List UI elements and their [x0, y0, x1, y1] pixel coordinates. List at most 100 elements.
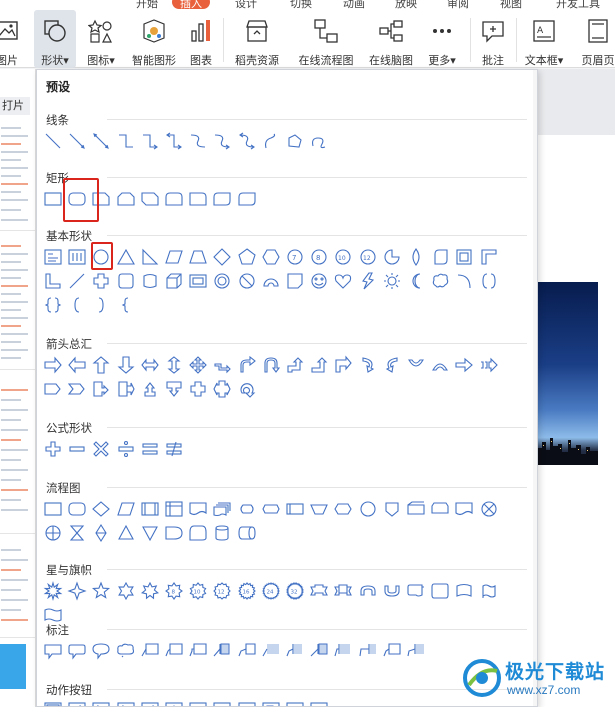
smart-art-button[interactable]: 智能图形	[126, 10, 182, 68]
shape-arrow-3[interactable]	[91, 355, 111, 375]
shape-formula-4[interactable]	[116, 439, 136, 459]
shape-basic-24[interactable]	[140, 271, 160, 291]
shape-rect-7[interactable]	[188, 189, 208, 209]
shape-action-4[interactable]	[116, 701, 136, 706]
shape-arrow-1[interactable]	[43, 355, 63, 375]
shape-flow-19[interactable]	[479, 499, 499, 519]
shape-basic-39[interactable]	[43, 295, 63, 315]
shape-arrow-14[interactable]	[358, 355, 378, 375]
shape-basic-9[interactable]	[237, 247, 257, 267]
shape-formula-6[interactable]	[164, 439, 184, 459]
shape-flow-6[interactable]	[164, 499, 184, 519]
shape-basic-4[interactable]	[116, 247, 136, 267]
shape-star-9[interactable]: 16	[237, 581, 257, 601]
shape-basic-10[interactable]	[261, 247, 281, 267]
shape-basic-13[interactable]: 10	[333, 247, 353, 267]
shape-flow-14[interactable]	[358, 499, 378, 519]
shape-basic-20[interactable]	[43, 271, 63, 291]
shape-action-12[interactable]	[309, 701, 329, 706]
shape-star-11[interactable]: 32	[285, 581, 305, 601]
shape-flow-2[interactable]	[67, 499, 87, 519]
shape-arrow-20[interactable]	[43, 379, 63, 399]
shape-basic-22[interactable]	[91, 271, 111, 291]
shape-basic-34[interactable]	[382, 271, 402, 291]
shape-basic-1[interactable]	[43, 247, 63, 267]
shape-line-8[interactable]	[212, 131, 232, 151]
shape-action-7[interactable]	[188, 701, 208, 706]
shape-callout-4[interactable]	[116, 641, 136, 661]
shape-action-6[interactable]	[164, 701, 184, 706]
shape-flow-21[interactable]	[67, 523, 87, 543]
shape-flow-18[interactable]	[454, 499, 474, 519]
shape-flow-28[interactable]	[237, 523, 257, 543]
shape-basic-8[interactable]	[212, 247, 232, 267]
icons-button[interactable]: 图标▾	[80, 10, 122, 68]
shape-arrow-16[interactable]	[406, 355, 426, 375]
shape-basic-15[interactable]	[382, 247, 402, 267]
online-mindmap-button[interactable]: 在线脑图	[364, 10, 418, 68]
shape-arrow-5[interactable]	[140, 355, 160, 375]
shape-star-4[interactable]	[116, 581, 136, 601]
shape-line-6[interactable]	[164, 131, 184, 151]
shape-basic-30[interactable]	[285, 271, 305, 291]
shape-basic-42[interactable]	[116, 295, 136, 315]
shape-rect-4[interactable]	[116, 189, 136, 209]
shape-line-9[interactable]	[237, 131, 257, 151]
tab-design[interactable]: 设计	[235, 0, 257, 10]
shape-star-2[interactable]	[67, 581, 87, 601]
shape-arrow-10[interactable]	[261, 355, 281, 375]
shape-callout-11[interactable]	[285, 641, 305, 661]
tab-animation[interactable]: 动画	[343, 0, 365, 10]
shape-basic-19[interactable]	[479, 247, 499, 267]
tab-view[interactable]: 视图	[500, 0, 522, 10]
shape-action-1[interactable]	[43, 701, 63, 706]
shape-action-9[interactable]	[237, 701, 257, 706]
shape-basic-35[interactable]	[406, 271, 426, 291]
shape-basic-18[interactable]	[454, 247, 474, 267]
shape-star-5[interactable]	[140, 581, 160, 601]
shape-flow-4[interactable]	[116, 499, 136, 519]
tab-slideshow[interactable]: 放映	[395, 0, 417, 10]
shape-flow-8[interactable]	[212, 499, 232, 519]
shape-flow-10[interactable]	[261, 499, 281, 519]
shape-callout-16[interactable]	[406, 641, 426, 661]
shape-star-3[interactable]	[91, 581, 111, 601]
shape-star-19[interactable]	[479, 581, 499, 601]
shape-rect-5[interactable]	[140, 189, 160, 209]
shape-star-6[interactable]: 8	[164, 581, 184, 601]
shape-line-11[interactable]	[285, 131, 305, 151]
shape-basic-11[interactable]: 7	[285, 247, 305, 267]
shape-flow-9[interactable]	[237, 499, 257, 519]
shape-star-7[interactable]: 10	[188, 581, 208, 601]
shape-line-7[interactable]	[188, 131, 208, 151]
shape-line-3[interactable]	[91, 131, 111, 151]
shape-basic-16[interactable]	[406, 247, 426, 267]
shape-arrow-2[interactable]	[67, 355, 87, 375]
shape-rect-9[interactable]	[237, 189, 257, 209]
shape-flow-12[interactable]	[309, 499, 329, 519]
shape-callout-2[interactable]	[67, 641, 87, 661]
shape-flow-16[interactable]	[406, 499, 426, 519]
shape-arrow-26[interactable]	[188, 379, 208, 399]
shape-flow-24[interactable]	[140, 523, 160, 543]
comment-button[interactable]: 批注	[476, 10, 510, 68]
textbox-button[interactable]: A 文本框▾	[520, 10, 568, 68]
shape-arrow-23[interactable]	[116, 379, 136, 399]
shape-action-3[interactable]	[91, 701, 111, 706]
shape-flow-25[interactable]	[164, 523, 184, 543]
shape-basic-23[interactable]	[116, 271, 136, 291]
shape-flow-22[interactable]	[91, 523, 111, 543]
shape-rect-6[interactable]	[164, 189, 184, 209]
shape-arrow-7[interactable]	[188, 355, 208, 375]
shape-basic-41[interactable]	[91, 295, 111, 315]
shape-action-5[interactable]	[140, 701, 160, 706]
shape-flow-17[interactable]	[430, 499, 450, 519]
shape-basic-26[interactable]	[188, 271, 208, 291]
shape-formula-5[interactable]	[140, 439, 160, 459]
shape-star-12[interactable]	[309, 581, 329, 601]
dropdown-scrollbar[interactable]	[533, 70, 537, 706]
shape-callout-10[interactable]	[261, 641, 281, 661]
shape-basic-31[interactable]	[309, 271, 329, 291]
shape-arrow-19[interactable]	[479, 355, 499, 375]
shape-callout-12[interactable]	[309, 641, 329, 661]
